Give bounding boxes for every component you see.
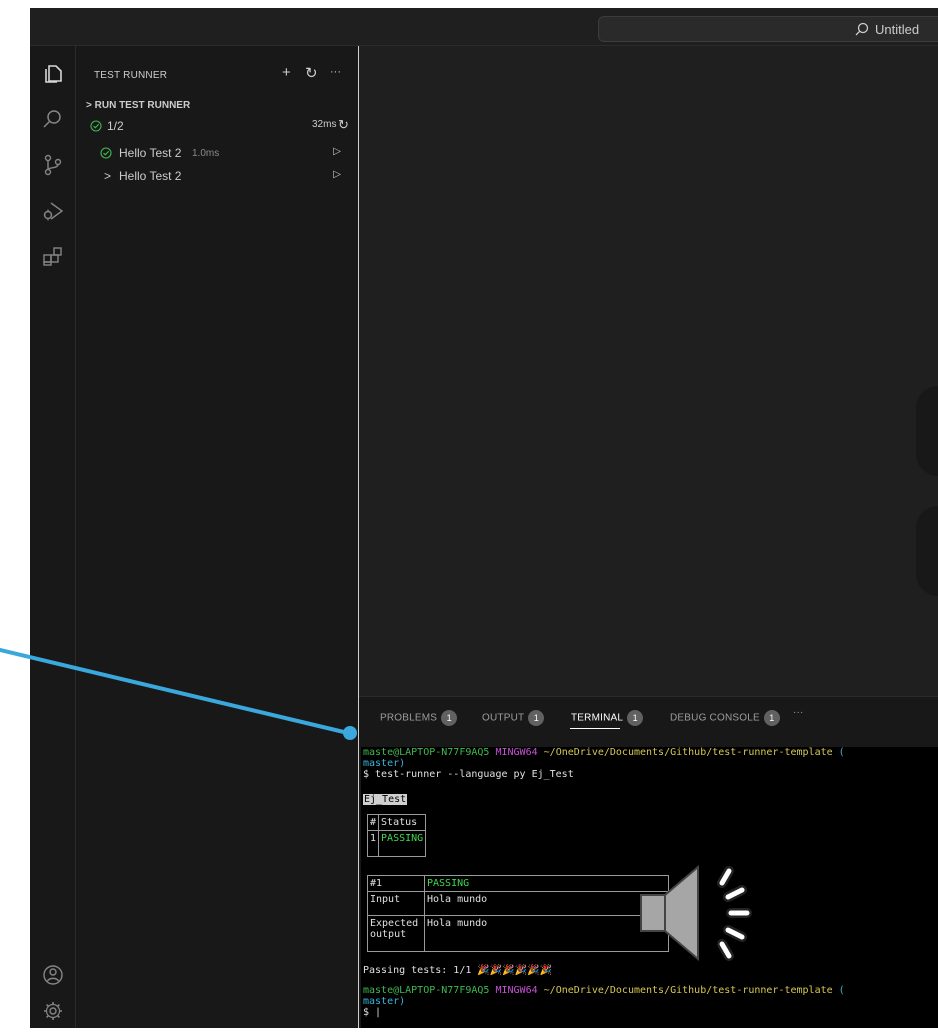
prompt-path: ~/OneDrive/Documents/Github/test-runner-…	[543, 985, 833, 996]
chevron-right-icon: >	[86, 100, 95, 111]
tab-badge: 1	[441, 710, 458, 726]
speaker-audio-icon	[640, 864, 752, 962]
tab-debug-console[interactable]: DEBUG CONSOLE 1	[670, 710, 780, 726]
run-test-icon[interactable]: ▷	[333, 169, 341, 180]
prompt-path: ~/OneDrive/Documents/Github/test-runner-…	[543, 747, 833, 758]
tab-badge: 1	[763, 710, 780, 726]
summary-table: # Status 1 PASSING	[366, 814, 427, 857]
activity-bar	[30, 46, 76, 1028]
passing-summary: Passing tests: 1/1 🎉🎉🎉🎉🎉🎉	[363, 965, 553, 976]
command-center-label: Untitled	[875, 22, 920, 37]
tab-problems[interactable]: PROBLEMS 1	[380, 710, 458, 726]
test-item-label: Hello Test 2	[119, 169, 182, 183]
command-line: $ test-runner --language py Ej_Test	[363, 769, 574, 780]
table-cell: 1	[366, 830, 380, 857]
editor-area	[359, 46, 938, 696]
active-tab-indicator	[570, 728, 620, 729]
add-icon[interactable]: +	[282, 64, 291, 81]
prompt-branch: master)	[363, 758, 406, 769]
test-item-row[interactable]: > Hello Test 2 ▷	[76, 166, 359, 186]
table-header: #	[366, 814, 380, 831]
test-item-time: 1.0ms	[192, 148, 220, 159]
summary-count: 1/2	[107, 119, 124, 133]
title-bar: Untitled	[30, 8, 938, 46]
prompt-branch-open: (	[838, 985, 845, 996]
refresh-icon[interactable]: ↻	[305, 64, 318, 82]
search-icon[interactable]	[40, 106, 66, 132]
cursor-line: $ |	[363, 1007, 382, 1018]
rerun-icon[interactable]: ↻	[338, 117, 349, 133]
sidebar-title: TEST RUNNER	[94, 70, 168, 81]
editor-edge-shadow	[916, 506, 938, 596]
extensions-icon[interactable]	[40, 244, 66, 270]
suite-name: Ej_Test	[363, 794, 408, 805]
suite-name-text: Ej_Test	[363, 794, 408, 805]
prompt-shell: MINGW64	[495, 747, 538, 758]
run-test-icon[interactable]: ▷	[333, 146, 341, 157]
more-actions-icon[interactable]: ···	[330, 66, 341, 78]
panel-tabs: PROBLEMS 1 OUTPUT 1 TERMINAL 1 DEBUG CONSOL…	[359, 697, 938, 735]
tab-label: PROBLEMS	[380, 712, 438, 724]
test-runner-sidebar: TEST RUNNER + ↻ ··· > RUN TEST RUNNER 1/…	[76, 46, 359, 1028]
tab-label: OUTPUT	[482, 712, 525, 724]
section-label: RUN TEST RUNNER	[94, 100, 191, 111]
tab-badge: 1	[528, 710, 545, 726]
prompt-branch: master)	[363, 996, 406, 1007]
check-circle-icon	[90, 120, 102, 132]
chevron-right-icon: >	[104, 169, 112, 183]
tab-terminal[interactable]: TERMINAL 1	[571, 710, 644, 726]
prompt-shell: MINGW64	[495, 985, 538, 996]
test-item-row[interactable]: Hello Test 2 1.0ms ▷	[76, 143, 359, 163]
status-cell: PASSING	[378, 830, 427, 857]
test-item-label: Hello Test 2	[119, 146, 182, 160]
prompt-user: maste@LAPTOP-N77F9AQ5	[363, 747, 490, 758]
vscode-window: Untitled TEST RUNNER + ↻ ··· > RUN TEST …	[30, 8, 938, 1028]
tab-label: TERMINAL	[571, 712, 624, 724]
detail-table: #1 PASSING Input Hola mundo Expected outpu…	[367, 875, 669, 952]
run-debug-icon[interactable]	[40, 198, 66, 224]
tab-output[interactable]: OUTPUT 1	[482, 710, 545, 726]
run-test-runner-section[interactable]: > RUN TEST RUNNER	[86, 100, 190, 111]
search-icon	[855, 22, 869, 36]
account-icon[interactable]	[40, 962, 66, 988]
status-cell: PASSING	[424, 875, 669, 892]
prompt-user: maste@LAPTOP-N77F9AQ5	[363, 985, 490, 996]
table-header: Status	[378, 814, 427, 831]
table-cell: #1	[367, 875, 425, 892]
tab-badge: 1	[627, 710, 644, 726]
editor-edge-shadow	[916, 386, 938, 476]
tab-label: DEBUG CONSOLE	[670, 712, 760, 724]
table-cell: Hola mundo	[424, 891, 669, 916]
table-cell: Input	[367, 891, 425, 916]
prompt-line: maste@LAPTOP-N77F9AQ5 MINGW64 ~/OneDrive…	[363, 985, 845, 996]
table-cell: Expected output	[367, 915, 425, 952]
explorer-icon[interactable]	[40, 60, 66, 86]
panel-more-icon[interactable]: ···	[793, 707, 804, 718]
check-circle-icon	[100, 147, 112, 159]
summary-row[interactable]: 1/2 32ms ↻	[76, 116, 359, 136]
settings-gear-icon[interactable]	[40, 998, 66, 1024]
summary-duration: 32ms	[312, 119, 337, 130]
prompt-line: maste@LAPTOP-N77F9AQ5 MINGW64 ~/OneDrive…	[363, 747, 845, 758]
table-cell: Hola mundo	[424, 915, 669, 952]
source-control-icon[interactable]	[40, 152, 66, 178]
prompt-branch-open: (	[838, 747, 845, 758]
command-center-search[interactable]: Untitled	[598, 16, 938, 42]
